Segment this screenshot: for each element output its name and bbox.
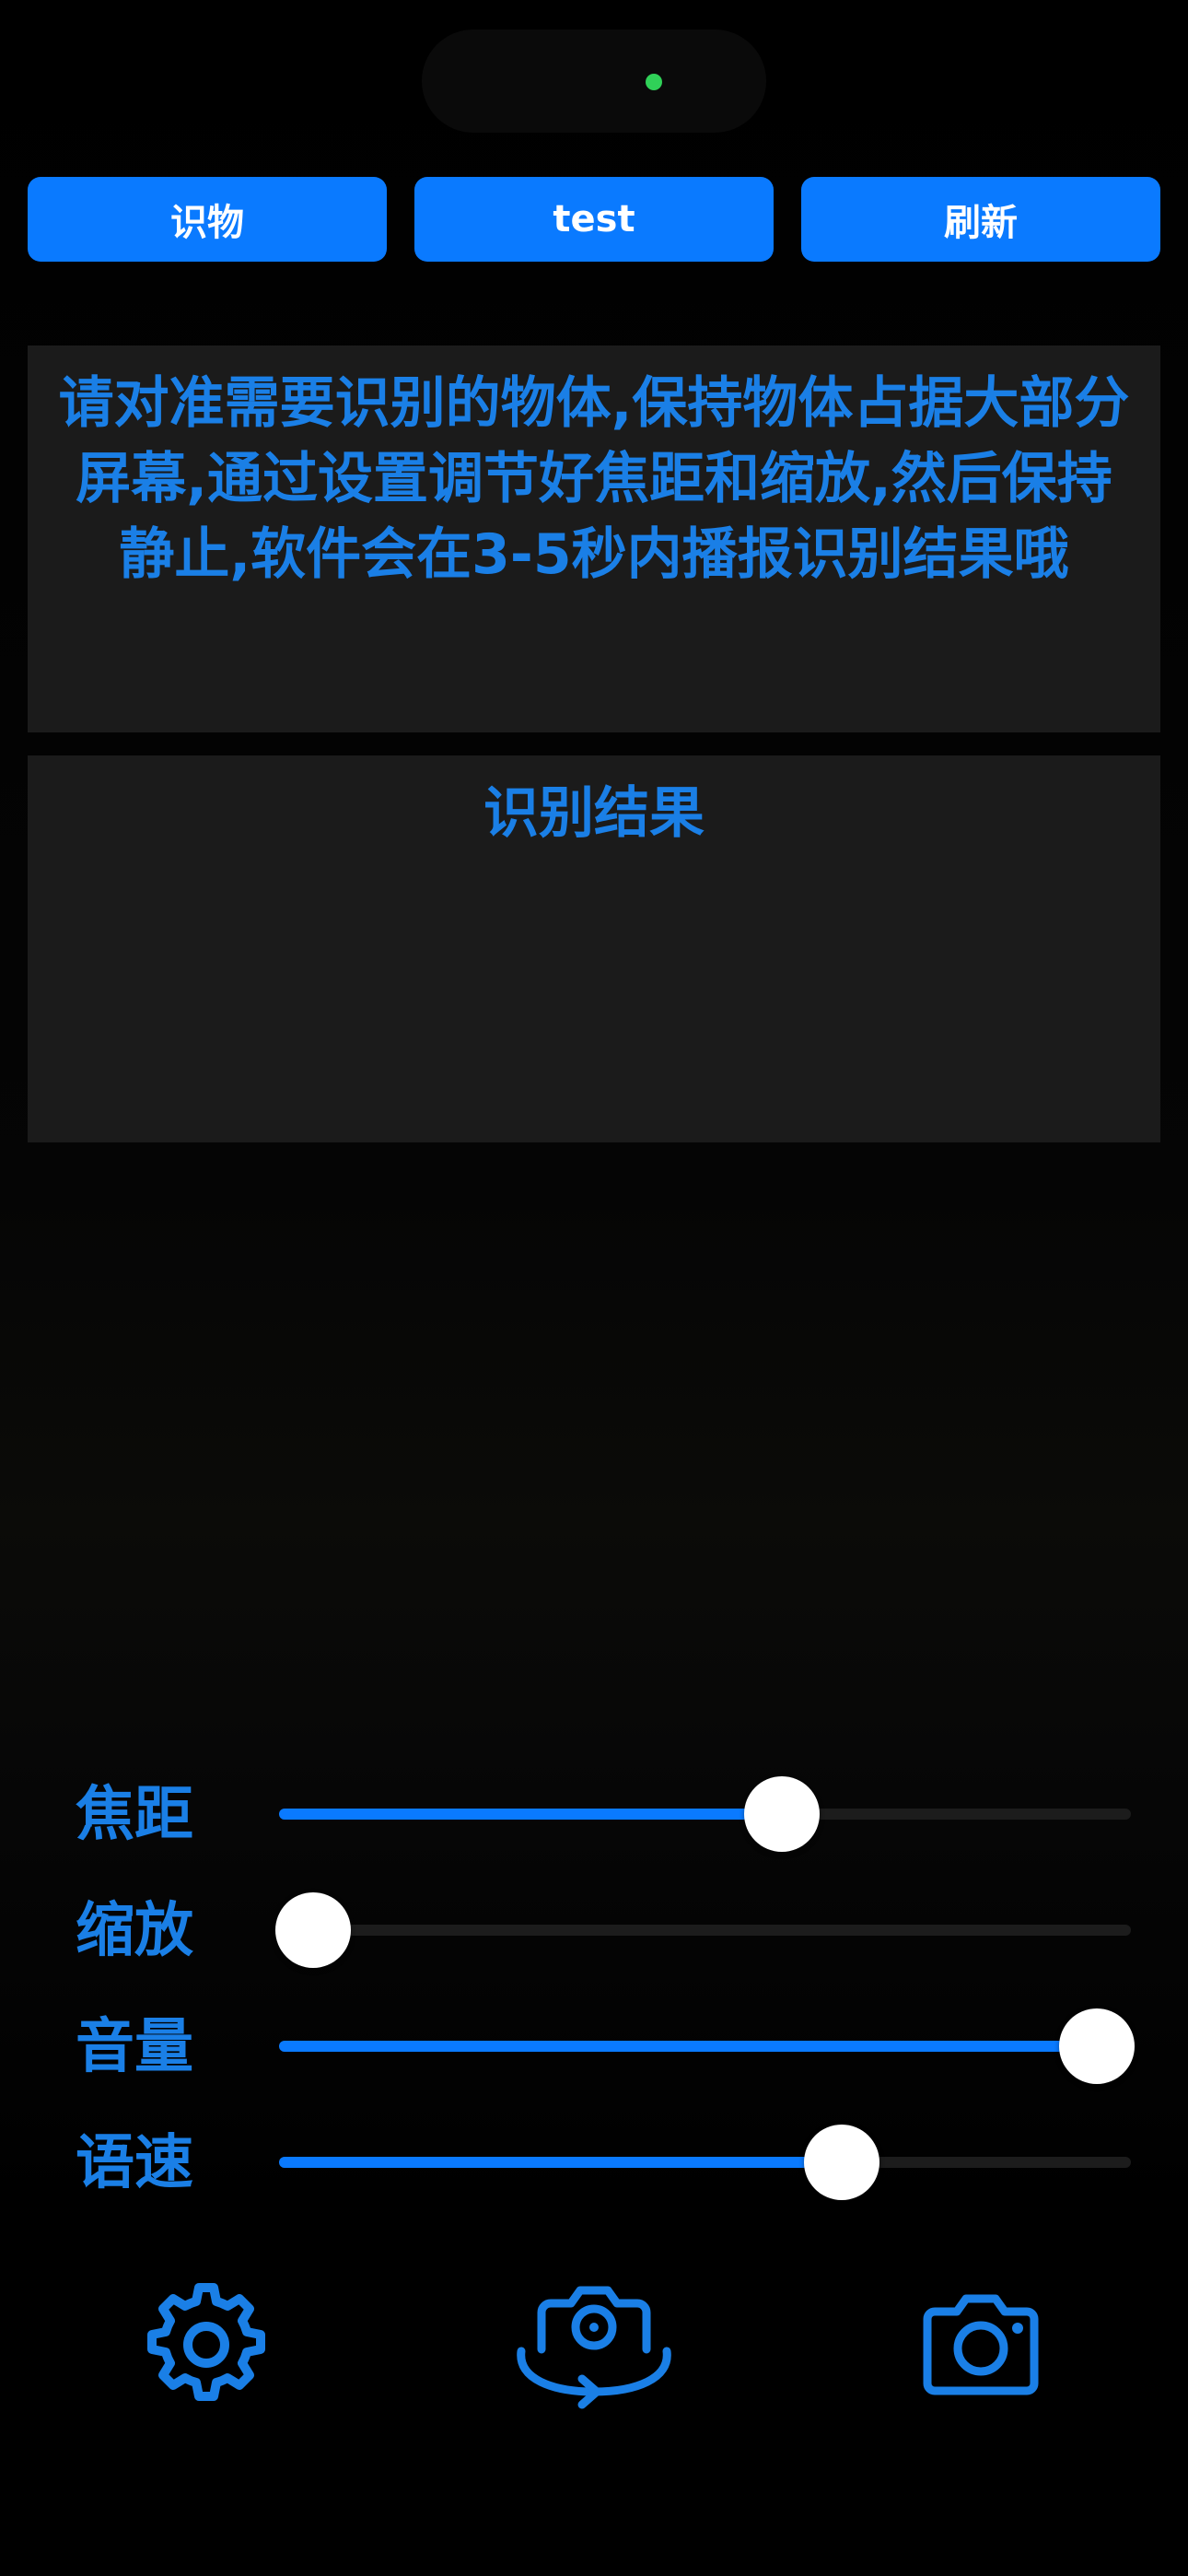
focus-slider[interactable] (279, 1776, 1131, 1852)
camera-button[interactable] (889, 2276, 1073, 2414)
instructions-panel: 请对准需要识别的物体,保持物体占据大部分屏幕,通过设置调节好焦距和缩放,然后保持… (28, 345, 1160, 732)
speech-rate-slider-fill (279, 2157, 842, 2168)
switch-camera-icon (517, 2286, 671, 2409)
volume-label: 音量 (76, 2013, 193, 2081)
focus-slider-thumb[interactable] (743, 1776, 820, 1852)
instructions-text: 请对准需要识别的物体,保持物体占据大部分屏幕,通过设置调节好焦距和缩放,然后保持… (58, 371, 1130, 587)
test-button[interactable]: test (414, 177, 774, 262)
volume-slider-row: 音量 (0, 2000, 1188, 2092)
zoom-slider-row: 缩放 (0, 1884, 1188, 1976)
recognize-button[interactable]: 识物 (28, 177, 387, 262)
speech-rate-slider-row: 语速 (0, 2116, 1188, 2208)
focus-slider-fill (279, 1809, 782, 1820)
result-panel: 识别结果 (28, 755, 1160, 1142)
volume-slider[interactable] (279, 2008, 1135, 2084)
speech-rate-slider[interactable] (279, 2125, 1131, 2200)
zoom-label: 缩放 (76, 1897, 193, 1965)
dynamic-island (422, 29, 766, 133)
focus-label: 焦距 (76, 1781, 193, 1849)
refresh-button[interactable]: 刷新 (801, 177, 1160, 262)
volume-slider-thumb[interactable] (1059, 2008, 1135, 2084)
zoom-slider-thumb[interactable] (275, 1892, 351, 1968)
camera-icon (923, 2294, 1039, 2395)
settings-button[interactable] (114, 2276, 298, 2414)
camera-in-use-indicator (646, 74, 662, 90)
volume-slider-fill (279, 2041, 1097, 2052)
speech-rate-label: 语速 (76, 2129, 193, 2197)
focus-slider-row: 焦距 (0, 1768, 1188, 1860)
zoom-slider[interactable] (275, 1892, 1131, 1968)
result-title: 识别结果 (483, 781, 705, 846)
switch-camera-button[interactable] (502, 2276, 686, 2414)
speech-rate-slider-thumb[interactable] (803, 2125, 879, 2200)
gear-icon (147, 2283, 265, 2401)
